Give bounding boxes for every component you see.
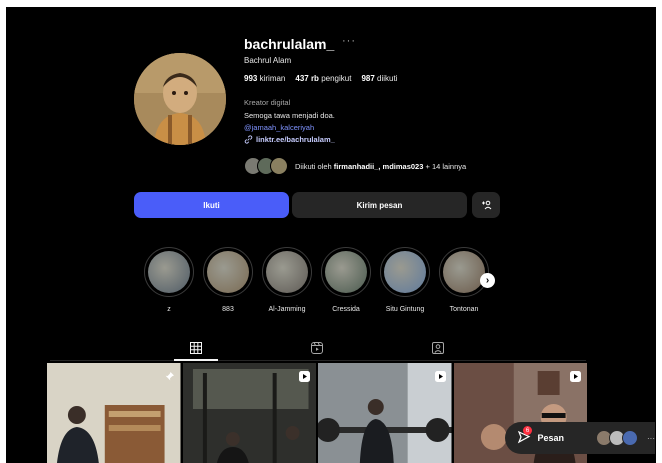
highlight-cover — [325, 251, 367, 293]
tabs-divider — [50, 360, 586, 361]
post-thumbnail[interactable] — [47, 363, 181, 463]
post-thumbnail[interactable] — [182, 363, 316, 463]
send-message-button[interactable]: Kirim pesan — [292, 192, 467, 218]
tagged-icon — [432, 342, 444, 354]
suggested-accounts-button[interactable] — [472, 192, 500, 218]
unread-badge: 6 — [523, 426, 532, 435]
posts-grid — [47, 363, 587, 463]
followers-count[interactable]: 437 rb pengikut — [295, 74, 351, 83]
tab-tagged[interactable] — [431, 341, 445, 355]
tab-reels[interactable] — [310, 341, 324, 355]
highlight-label: Tontonan — [449, 306, 479, 313]
chat-avatar — [622, 430, 638, 446]
followed-by-avatars — [244, 157, 288, 175]
highlight-item[interactable]: Cressida — [321, 247, 371, 313]
highlight-item[interactable]: Situ Gintung — [380, 247, 430, 313]
profile-bio: Semoga tawa menjadi doa. — [244, 111, 335, 120]
profile-stats: 993 kiriman 437 rb pengikut 987 diikuti — [244, 74, 397, 83]
reel-icon — [570, 369, 581, 382]
highlight-label: Cressida — [332, 306, 360, 313]
profile-mention-link[interactable]: @jamaah_kalceriyah — [244, 123, 314, 132]
highlight-cover — [207, 251, 249, 293]
highlight-label: z — [167, 306, 171, 313]
profile-category: Kreator digital — [244, 98, 291, 107]
following-count[interactable]: 987 diikuti — [361, 74, 397, 83]
profile-full-name: Bachrul Alam — [244, 56, 292, 65]
followed-by[interactable]: Diikuti oleh firmanhadii_, mdimas023 + 1… — [244, 157, 466, 175]
posts-count: 993 kiriman — [244, 74, 286, 83]
highlight-cover — [148, 251, 190, 293]
profile-username: bachrulalam_ — [244, 36, 335, 52]
more-chats-icon: ··· — [647, 433, 655, 443]
highlight-item[interactable]: 883 — [203, 247, 253, 313]
grid-icon — [190, 342, 202, 354]
profile-page: bachrulalam_ ··· Bachrul Alam 993 kirima… — [6, 7, 656, 463]
highlight-item[interactable]: z — [144, 247, 194, 313]
chevron-right-icon: › — [485, 275, 490, 286]
follow-button[interactable]: Ikuti — [134, 192, 289, 218]
highlight-cover — [266, 251, 308, 293]
pin-icon — [164, 369, 175, 381]
followed-by-text: Diikuti oleh firmanhadii_, mdimas023 + 1… — [295, 161, 467, 171]
link-icon — [244, 135, 253, 144]
profile-avatar[interactable] — [134, 53, 226, 145]
reels-icon — [311, 342, 323, 354]
add-person-icon — [481, 200, 491, 210]
highlight-cover — [384, 251, 426, 293]
profile-external-link[interactable]: linktr.ee/bachrulalam_ — [244, 135, 335, 144]
messages-label: Pesan — [537, 433, 564, 443]
tab-posts[interactable] — [189, 341, 203, 355]
highlight-cover — [443, 251, 485, 293]
recent-chat-avatars — [596, 430, 638, 446]
reel-icon — [434, 369, 446, 382]
more-options-icon[interactable]: ··· — [342, 35, 356, 47]
messenger-icon: 6 — [517, 426, 532, 446]
reel-icon — [299, 369, 310, 382]
highlights-next-button[interactable]: › — [480, 273, 495, 288]
highlight-label: Al-Jamming — [268, 306, 306, 313]
post-thumbnail[interactable] — [318, 363, 452, 463]
follower-avatar — [270, 157, 288, 175]
active-tab-indicator — [174, 359, 218, 361]
highlight-item[interactable]: Al-Jamming — [262, 247, 312, 313]
messages-dock[interactable]: 6 Pesan ··· — [505, 422, 655, 454]
highlight-label: 883 — [222, 306, 234, 313]
highlight-label: Situ Gintung — [385, 306, 425, 313]
story-highlights: z 883 Al-Jamming Cressida Situ Gintung T… — [144, 247, 489, 313]
